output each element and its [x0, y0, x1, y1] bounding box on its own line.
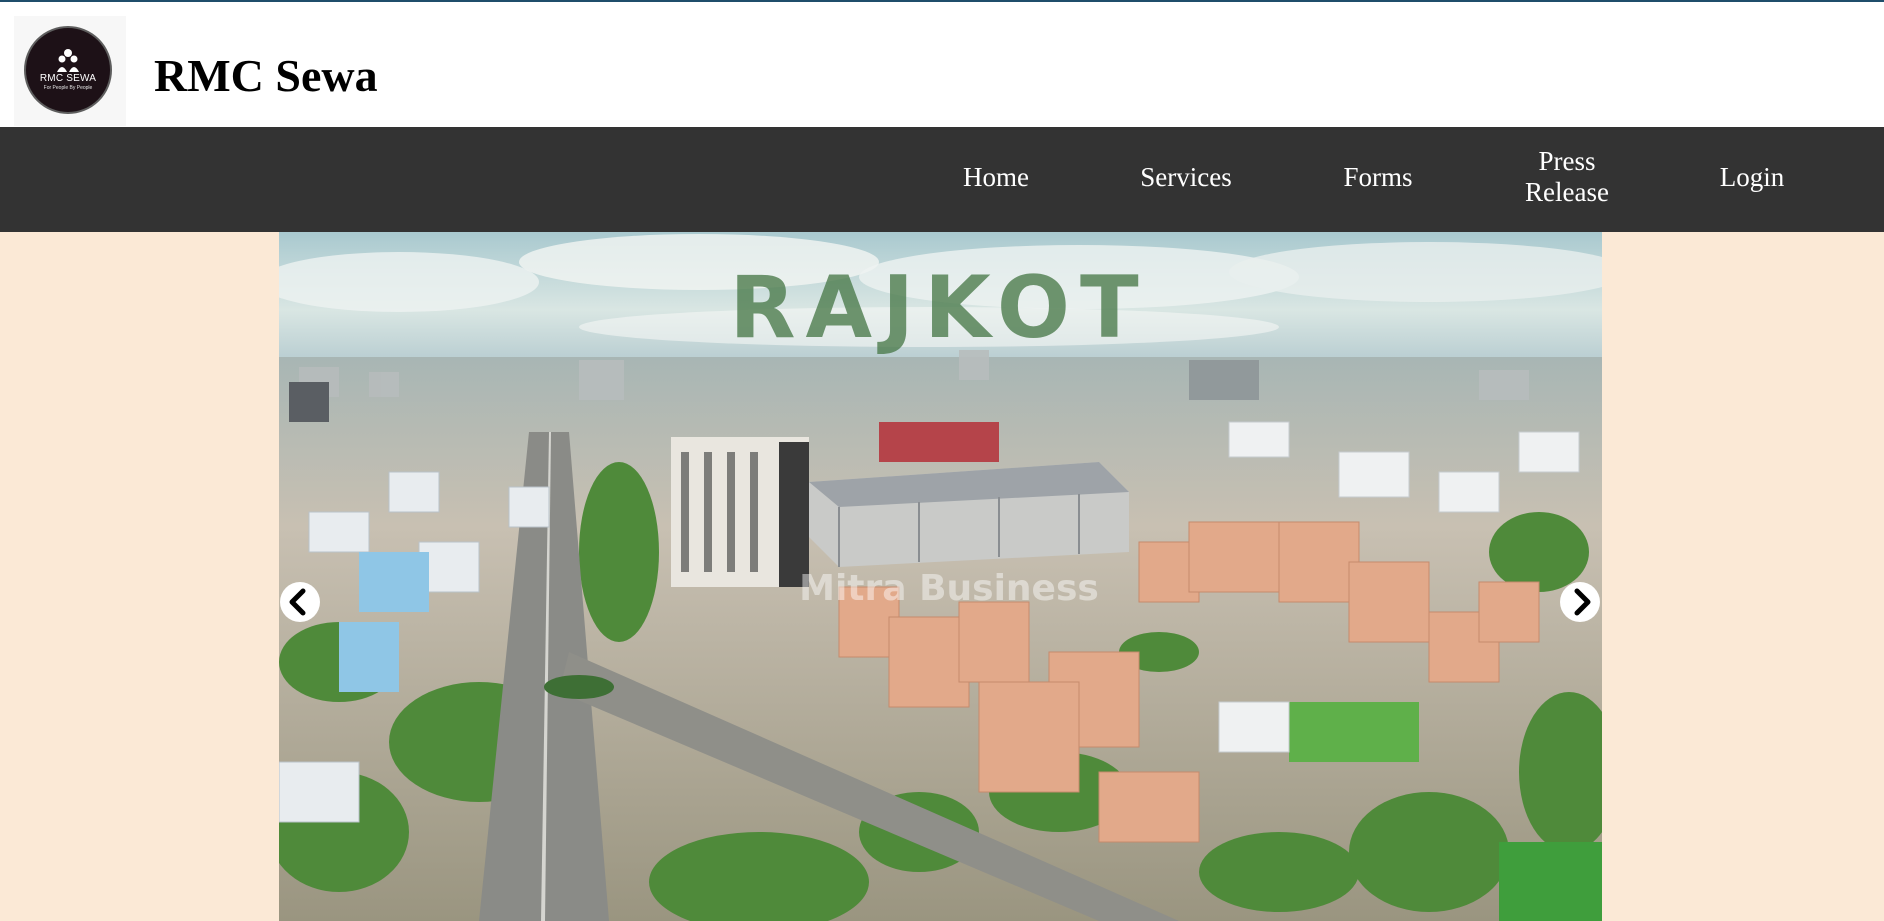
logo[interactable]: RMC SEWA For People By People	[14, 16, 126, 126]
carousel-prev-button[interactable]	[280, 582, 320, 622]
nav-forms[interactable]: Forms	[1332, 162, 1424, 193]
nav-login[interactable]: Login	[1706, 162, 1798, 193]
main-navbar: Home Services Forms Press Release Login	[0, 127, 1884, 232]
hero-watermark: Mitra Business	[799, 568, 1099, 609]
logo-tagline: For People By People	[43, 85, 93, 91]
nav-press-release[interactable]: Press Release	[1512, 146, 1622, 208]
hero-carousel: RAJKOT Mitra Business	[279, 232, 1602, 921]
logo-text: RMC SEWA	[39, 73, 97, 84]
hero-overlay-title: RAJKOT	[729, 258, 1148, 358]
chevron-left-icon	[289, 588, 306, 616]
hero-image: RAJKOT Mitra Business	[279, 232, 1602, 921]
carousel-next-button[interactable]	[1560, 582, 1600, 622]
site-header: RMC SEWA For People By People RMC Sewa	[0, 2, 1884, 127]
nav-services[interactable]: Services	[1130, 162, 1242, 193]
people-icon	[57, 49, 79, 72]
chevron-right-icon	[1574, 588, 1591, 616]
site-title: RMC Sewa	[154, 50, 378, 101]
nav-home[interactable]: Home	[950, 162, 1042, 193]
logo-badge: RMC SEWA For People By People	[24, 26, 112, 114]
